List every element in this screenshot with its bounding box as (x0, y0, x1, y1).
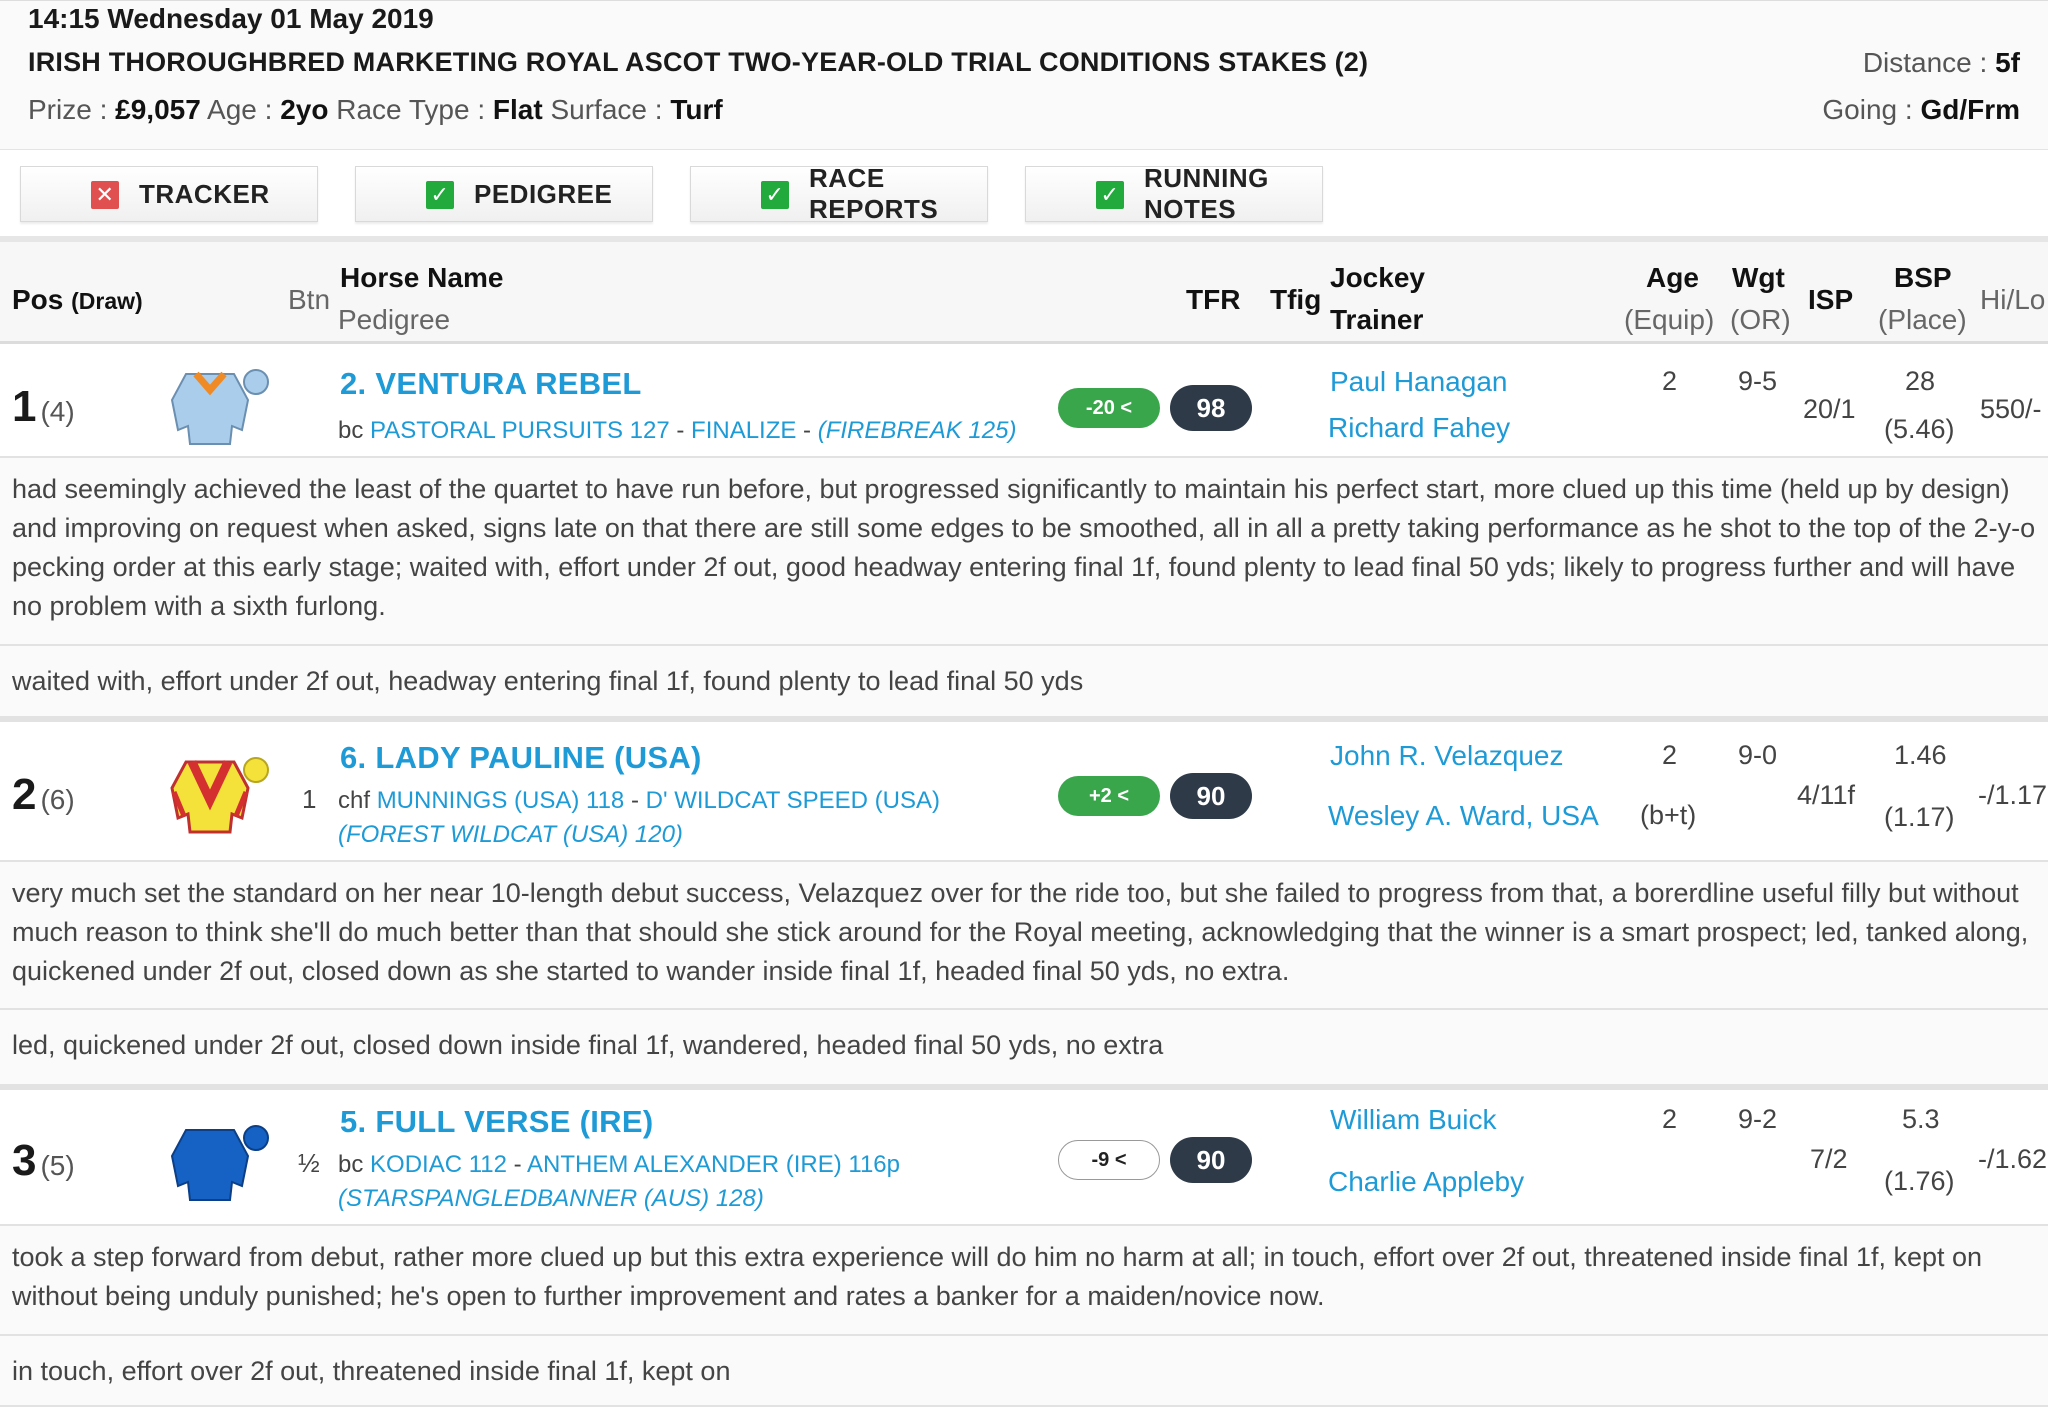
check-icon: ✓ (761, 181, 789, 209)
hi-lo: 550/- (1980, 394, 2042, 424)
bsp: 28 (1905, 366, 1936, 396)
jockey-link[interactable]: Paul Hanagan (1330, 366, 1507, 398)
race-prize: £9,057 (115, 94, 201, 125)
silk-yellow-red-chevron-icon (170, 757, 269, 834)
col-jockey[interactable]: Jockey (1330, 262, 1425, 294)
col-pos[interactable]: Pos (Draw) (12, 284, 143, 316)
race-report-comment: had seemingly achieved the least of the … (0, 458, 2048, 646)
bsp-place: (1.17) (1884, 802, 1955, 832)
trainer-link[interactable]: Charlie Appleby (1328, 1166, 1524, 1198)
race-reports-toggle[interactable]: ✓ RACE REPORTS (690, 163, 988, 224)
tfr-badge: 98 (1170, 385, 1252, 431)
sire-link[interactable]: KODIAC 112 (370, 1151, 507, 1178)
finish-position: 1 (4) (12, 382, 75, 431)
race-title: IRISH THOROUGHBRED MARKETING ROYAL ASCOT… (28, 47, 1369, 77)
col-place: (Place) (1878, 304, 1967, 335)
running-note: waited with, effort under 2f out, headwa… (0, 646, 2048, 722)
horse-name-link[interactable]: 5. FULL VERSE (IRE) (340, 1104, 653, 1140)
col-isp[interactable]: ISP (1808, 284, 1853, 316)
bsp-place: (5.46) (1884, 414, 1955, 444)
hi-lo: -/1.17 (1978, 780, 2048, 810)
bsp-place: (1.76) (1884, 1166, 1955, 1196)
runner-row[interactable]: 3 (5) ½ 5. FULL VERSE (IRE) bc KODIAC 112… (0, 1094, 2048, 1226)
horse-name-link[interactable]: 2. VENTURA REBEL (340, 366, 642, 402)
col-hilo[interactable]: Hi/Lo (1980, 284, 2045, 316)
race-report-comment: took a step forward from debut, rather m… (0, 1226, 2048, 1336)
beaten-distance: 1 (302, 784, 317, 814)
col-equip: (Equip) (1624, 304, 1715, 335)
age: 2 (1662, 740, 1678, 770)
age: 2 (1662, 1104, 1678, 1134)
age: 2 (1662, 366, 1678, 396)
col-wgt[interactable]: Wgt (1732, 262, 1785, 294)
tfr-badge: 90 (1170, 1137, 1252, 1183)
isp: 4/11f (1797, 780, 1856, 810)
damsire-link[interactable]: (STARSPANGLEDBANNER (AUS) 128) (338, 1185, 764, 1212)
race-type: Flat (492, 94, 543, 125)
race-going: Going : Gd/Frm (1822, 94, 2020, 125)
trainer-link[interactable]: Richard Fahey (1328, 412, 1510, 444)
dam-link[interactable]: FINALIZE (691, 417, 796, 444)
col-horse-name[interactable]: Horse Name (340, 262, 503, 294)
damsire-link[interactable]: (FOREST WILDCAT (USA) 120) (338, 821, 683, 848)
col-bsp[interactable]: BSP (1894, 262, 1952, 294)
finish-position: 2 (6) (12, 770, 75, 819)
isp: 7/2 (1810, 1144, 1848, 1174)
trainer-link[interactable]: Wesley A. Ward, USA (1328, 800, 1599, 832)
col-pedigree: Pedigree (338, 304, 451, 335)
dam-link[interactable]: D' WILDCAT SPEED (USA) (646, 787, 940, 814)
race-distance: Distance : 5f (1862, 47, 2020, 78)
pedigree-line: bc KODIAC 112 - ANTHEM ALEXANDER (IRE) 1… (338, 1151, 900, 1212)
running-note: led, quickened under 2f out, closed down… (0, 1010, 2048, 1090)
col-btn[interactable]: Btn (288, 284, 330, 316)
col-tfr[interactable]: TFR (1186, 284, 1240, 316)
weight: 9-2 (1738, 1104, 1778, 1134)
pedigree-toggle[interactable]: ✓ PEDIGREE (355, 166, 653, 222)
race-age: 2yo (280, 94, 329, 125)
col-tfig[interactable]: Tfig (1270, 284, 1321, 316)
hi-lo: -/1.62 (1978, 1144, 2048, 1174)
equipment: (b+t) (1640, 800, 1697, 830)
bsp: 1.46 (1894, 740, 1947, 770)
sire-link[interactable]: MUNNINGS (USA) 118 (377, 787, 625, 814)
check-icon: ✓ (426, 181, 454, 209)
race-header: 14:15 Wednesday 01 May 2019 IRISH THOROU… (0, 0, 2048, 150)
tfr-badge: 90 (1170, 773, 1252, 819)
weight: 9-5 (1738, 366, 1778, 396)
results-column-header: Pos (Draw) Btn Horse Name Pedigree TFR T… (0, 236, 2048, 344)
pedigree-line: chf MUNNINGS (USA) 118 - D' WILDCAT SPEE… (338, 787, 941, 848)
silk-light-blue-orange-icon (170, 369, 269, 445)
sire-link[interactable]: PASTORAL PURSUITS 127 (370, 417, 670, 444)
isp: 20/1 (1803, 394, 1856, 424)
runner-row[interactable]: 1 (4) 2. VENTURA REBEL bc PASTORAL PURSUI… (0, 352, 2048, 458)
tfig-badge: +2 < (1058, 776, 1160, 816)
running-note: in touch, effort over 2f out, threatened… (0, 1336, 2048, 1407)
runner-row[interactable]: 2 (6) 1 6. LADY PAULINE (USA) chf MUNNING… (0, 726, 2048, 862)
damsire-link[interactable]: (FIREBREAK 125) (818, 417, 1017, 444)
dam-link[interactable]: ANTHEM ALEXANDER (IRE) 116p (527, 1151, 900, 1178)
race-datetime: 14:15 Wednesday 01 May 2019 (28, 3, 434, 34)
tracker-toggle[interactable]: ✕ TRACKER (20, 166, 318, 222)
col-trainer[interactable]: Trainer (1330, 304, 1423, 336)
col-age[interactable]: Age (1646, 262, 1699, 294)
race-meta: Prize : £9,057 Age : 2yo Race Type : Fla… (28, 94, 723, 125)
view-toggles: ✕ TRACKER ✓ PEDIGREE ✓ RACE REPORTS ✓ RU… (0, 152, 2048, 232)
race-report-comment: very much set the standard on her near 1… (0, 862, 2048, 1010)
beaten-distance: ½ (298, 1148, 320, 1178)
horse-name-link[interactable]: 6. LADY PAULINE (USA) (340, 740, 702, 776)
running-notes-toggle[interactable]: ✓ RUNNING NOTES (1025, 163, 1323, 224)
bsp: 5.3 (1902, 1104, 1940, 1134)
tfig-badge: -20 < (1058, 388, 1160, 428)
check-icon: ✓ (1096, 181, 1124, 209)
tfig-badge: -9 < (1058, 1140, 1160, 1180)
silk-royal-blue-icon (170, 1125, 269, 1201)
cross-icon: ✕ (91, 181, 119, 209)
race-surface: Turf (670, 94, 723, 125)
pedigree-line: bc PASTORAL PURSUITS 127 - FINALIZE - (F… (338, 417, 1017, 444)
col-or: (OR) (1730, 304, 1791, 335)
finish-position: 3 (5) (12, 1136, 75, 1185)
jockey-link[interactable]: William Buick (1330, 1104, 1496, 1136)
jockey-link[interactable]: John R. Velazquez (1330, 740, 1564, 772)
weight: 9-0 (1738, 740, 1778, 770)
